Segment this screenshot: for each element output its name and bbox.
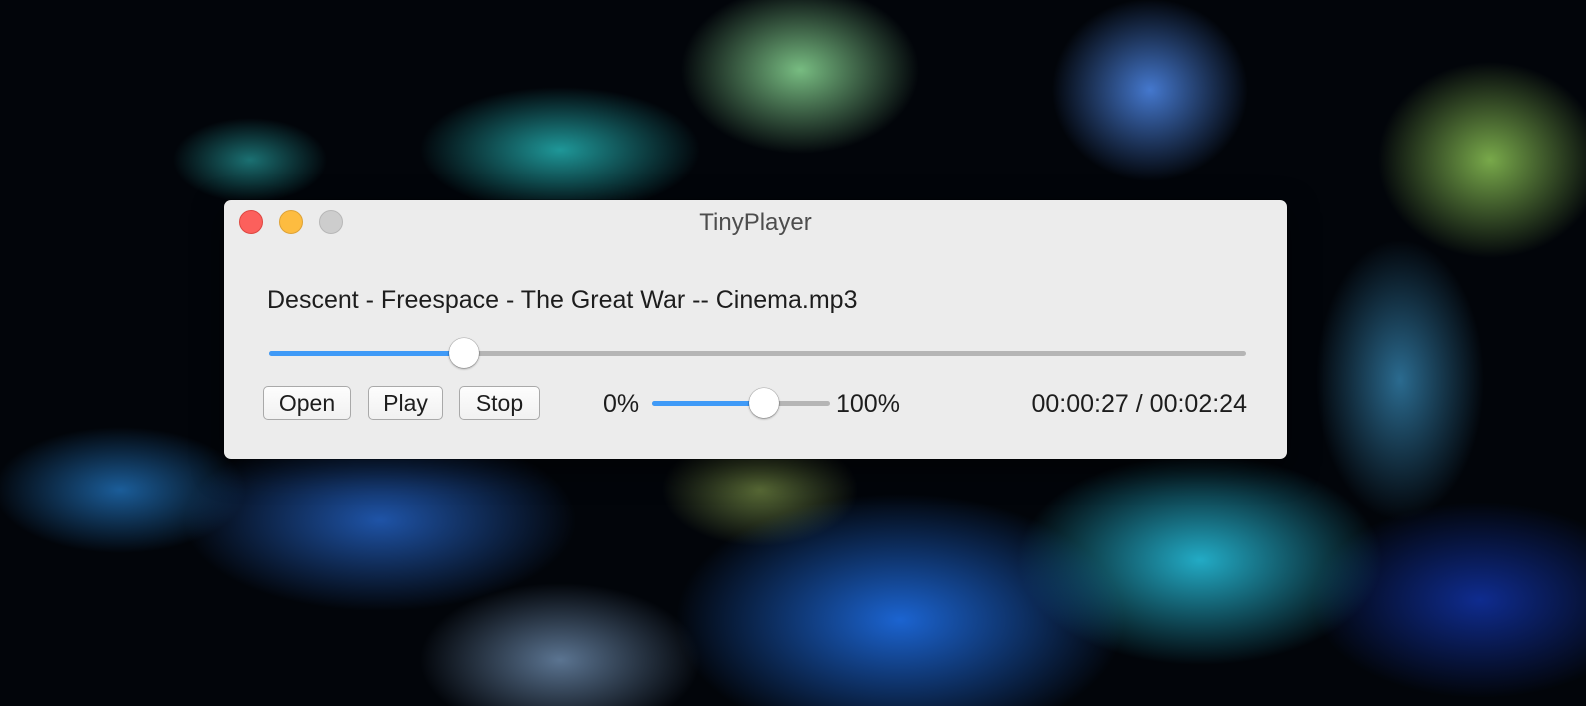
volume-min-label: 0%: [603, 390, 640, 418]
stop-button[interactable]: Stop: [459, 386, 540, 420]
volume-max-label: 100%: [836, 390, 900, 418]
progress-thumb[interactable]: [449, 338, 480, 368]
time-display: 00:00:27 / 00:02:24: [1031, 390, 1247, 419]
track-name: Descent - Freespace - The Great War -- C…: [267, 286, 858, 314]
window-title: TinyPlayer: [699, 209, 812, 236]
time-separator: /: [1135, 390, 1143, 418]
tinyplayer-window: TinyPlayer Descent - Freespace - The Gre…: [224, 200, 1287, 459]
open-button[interactable]: Open: [263, 386, 351, 420]
volume-slider[interactable]: [652, 388, 830, 418]
volume-thumb[interactable]: [749, 388, 780, 418]
title-bar[interactable]: TinyPlayer: [224, 200, 1287, 244]
elapsed-time: 00:00:27: [1031, 390, 1129, 418]
total-time: 00:02:24: [1149, 390, 1247, 418]
volume-fill: [652, 400, 765, 406]
desktop-wallpaper: TinyPlayer Descent - Freespace - The Gre…: [0, 0, 1586, 706]
progress-fill: [269, 350, 465, 356]
play-button[interactable]: Play: [368, 386, 443, 420]
playback-progress-slider[interactable]: [269, 338, 1246, 368]
